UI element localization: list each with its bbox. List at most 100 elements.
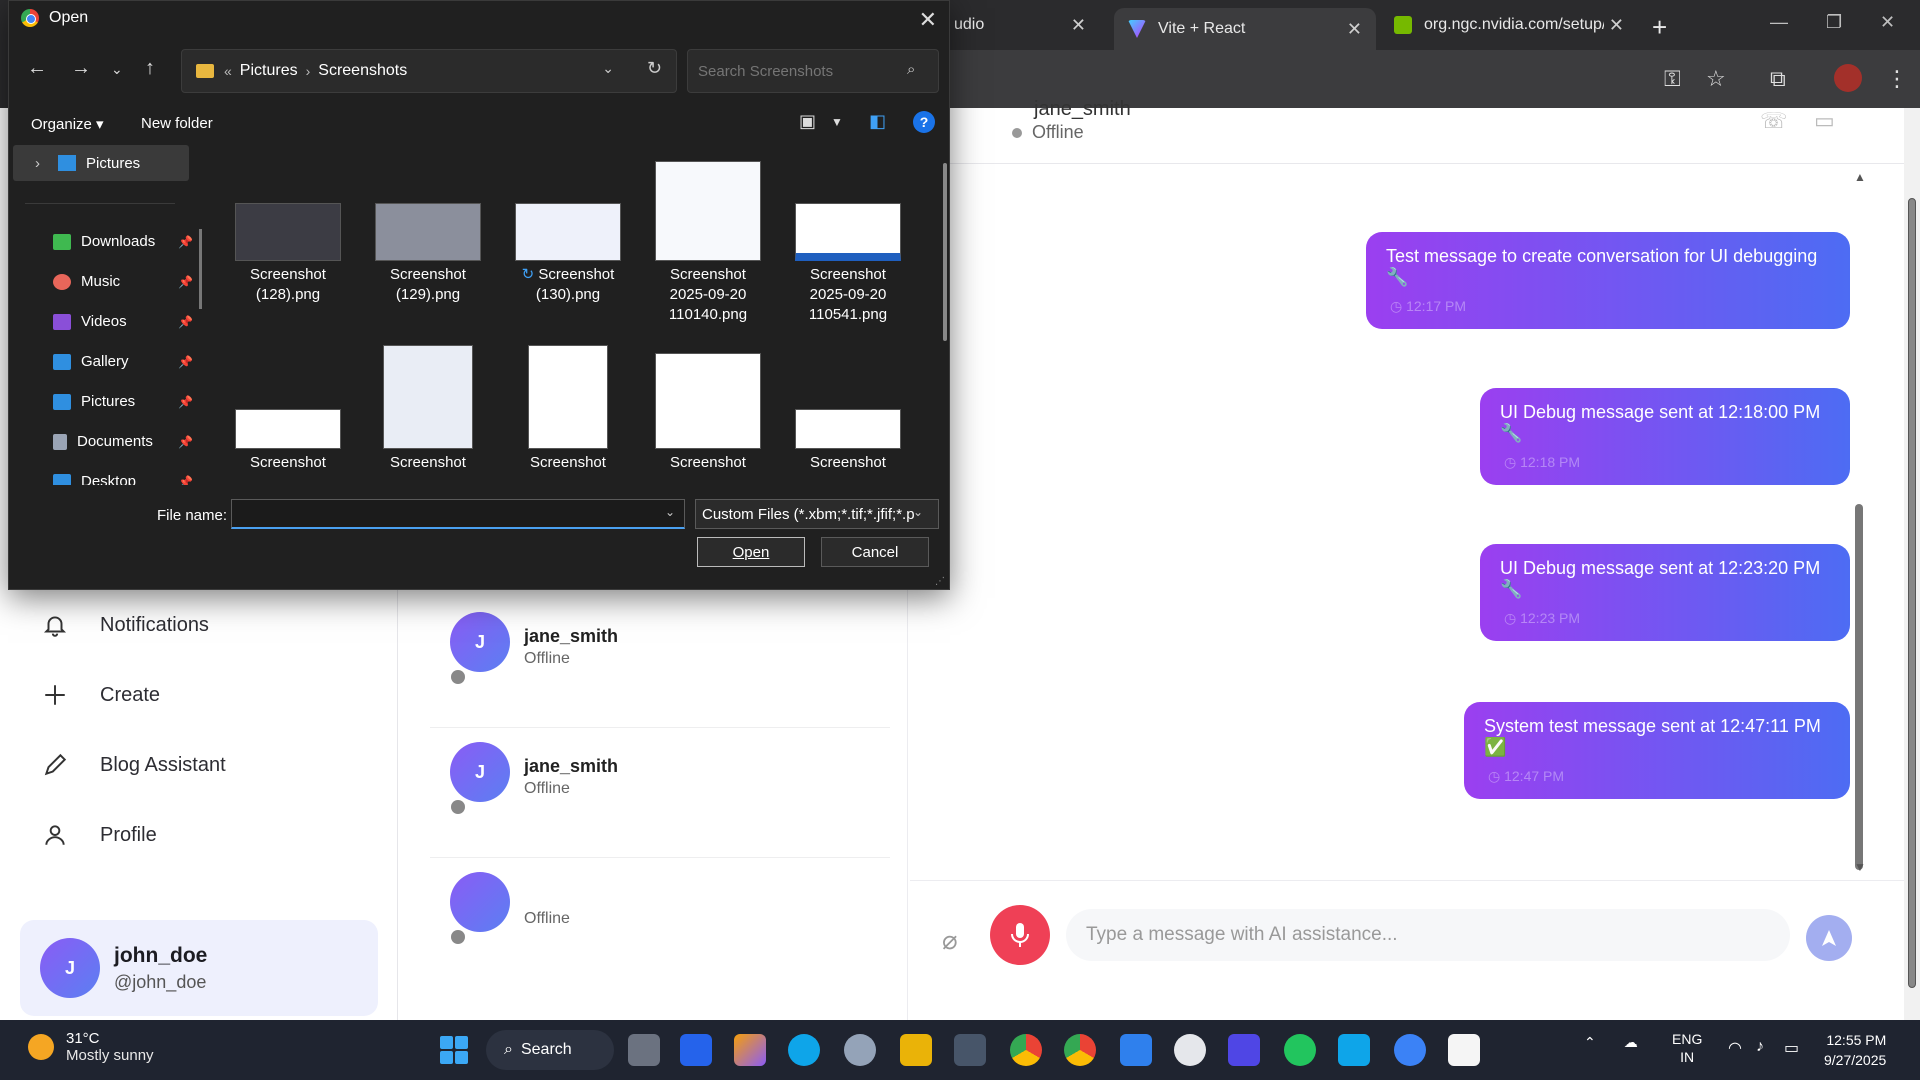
scroll-up-arrow-icon[interactable]: ▲ xyxy=(1854,170,1866,184)
clock[interactable]: 12:55 PM 9/27/2025 xyxy=(1824,1030,1886,1070)
paperclip-icon[interactable]: ⌀ xyxy=(942,925,958,956)
search-input[interactable] xyxy=(687,49,939,93)
more-menu-icon[interactable]: ⋮ xyxy=(1886,66,1908,92)
back-arrow-icon[interactable]: ← xyxy=(27,57,47,80)
breadcrumb[interactable]: « Pictures › Screenshots ⌄ ↻ xyxy=(181,49,677,93)
terminal-icon[interactable] xyxy=(954,1034,986,1066)
forward-arrow-icon[interactable]: → xyxy=(71,57,91,80)
sidebar-item-profile[interactable]: Profile xyxy=(40,820,157,850)
chevron-up-icon[interactable]: ⌃ xyxy=(1584,1034,1596,1051)
file-type-select[interactable]: Custom Files (*.xbm;*.tif;*.jfif;*.p xyxy=(695,499,939,529)
help-icon[interactable]: ? xyxy=(913,111,935,133)
organize-button[interactable]: Organize ▾ xyxy=(31,115,104,133)
settings-gear-icon[interactable] xyxy=(844,1034,876,1066)
nav-pane-item-pictures[interactable]: Pictures 📌 xyxy=(53,393,193,410)
scrollbar[interactable] xyxy=(943,163,947,341)
file-item[interactable]: Screenshot (129).png xyxy=(363,203,493,305)
sidebar-item-create[interactable]: Create xyxy=(40,680,160,710)
app-icon[interactable] xyxy=(1448,1034,1480,1066)
nav-pane-item-videos[interactable]: Videos 📌 xyxy=(53,313,193,330)
list-item[interactable]: J jane_smith Offline xyxy=(430,598,890,728)
wifi-icon[interactable]: ◠ xyxy=(1728,1038,1742,1058)
vscode-icon[interactable] xyxy=(1120,1034,1152,1066)
file-item[interactable]: ↻ Screenshot (130).png xyxy=(503,203,633,305)
list-item[interactable]: J jane_smith Offline xyxy=(430,728,890,858)
recent-locations-chevron-icon[interactable]: ⌄ xyxy=(111,61,123,78)
app-icon[interactable] xyxy=(1338,1034,1370,1066)
phone-icon[interactable]: ☏ xyxy=(1760,108,1788,134)
bookmark-star-icon[interactable]: ☆ xyxy=(1706,66,1726,92)
file-item[interactable]: Screenshot xyxy=(223,409,353,473)
breadcrumb-overflow[interactable]: « xyxy=(224,63,232,79)
chrome-icon[interactable] xyxy=(1064,1034,1096,1066)
chevron-down-icon[interactable]: ▼ xyxy=(831,115,843,129)
chatgpt-icon[interactable] xyxy=(1174,1034,1206,1066)
tab-nvidia[interactable]: org.ngc.nvidia.com/setup/ ✕ xyxy=(1380,8,1638,42)
extensions-icon[interactable]: ⧉ xyxy=(1770,66,1786,92)
app-icon[interactable] xyxy=(1394,1034,1426,1066)
task-view-icon[interactable] xyxy=(628,1034,660,1066)
tab-audio[interactable]: udio ✕ xyxy=(940,8,1100,42)
volume-icon[interactable]: ♪ xyxy=(1756,1038,1764,1056)
file-item[interactable]: Screenshot xyxy=(643,353,773,473)
close-icon[interactable]: ✕ xyxy=(1347,19,1362,40)
breadcrumb-item-pictures[interactable]: Pictures xyxy=(240,62,298,80)
sidebar-item-blog-assistant[interactable]: Blog Assistant xyxy=(40,750,226,780)
list-item[interactable]: Offline xyxy=(430,858,890,988)
scroll-down-arrow-icon[interactable]: ▼ xyxy=(1854,860,1866,874)
breadcrumb-item-screenshots[interactable]: Screenshots xyxy=(318,62,407,80)
file-explorer-icon[interactable] xyxy=(900,1034,932,1066)
onedrive-icon[interactable]: ☁ xyxy=(1624,1034,1638,1051)
file-item[interactable]: Screenshot (128).png xyxy=(223,203,353,305)
send-button[interactable] xyxy=(1806,915,1852,961)
up-arrow-icon[interactable]: ↑ xyxy=(145,57,155,80)
nav-pane-item-gallery[interactable]: Gallery 📌 xyxy=(53,353,193,370)
minimize-icon[interactable]: — xyxy=(1770,12,1788,33)
chrome-icon[interactable] xyxy=(1010,1034,1042,1066)
taskbar-search[interactable]: ⌕ Search xyxy=(486,1030,614,1070)
chevron-down-icon[interactable]: ⌄ xyxy=(665,505,675,519)
whatsapp-icon[interactable] xyxy=(1284,1034,1316,1066)
video-call-icon[interactable]: ▭ xyxy=(1814,108,1835,134)
preview-pane-icon[interactable]: ◧ xyxy=(869,111,886,132)
view-options-icon[interactable]: ▣ xyxy=(799,111,816,132)
cancel-button[interactable]: Cancel xyxy=(821,537,929,567)
nav-pane-item-downloads[interactable]: Downloads 📌 xyxy=(53,233,193,250)
tab-vite-react[interactable]: Vite + React ✕ xyxy=(1114,8,1376,50)
file-item[interactable]: Screenshot xyxy=(363,345,493,473)
file-item[interactable]: Screenshot xyxy=(503,345,633,473)
close-icon[interactable]: ✕ xyxy=(1609,15,1624,36)
sidebar-item-notifications[interactable]: Notifications xyxy=(40,610,209,640)
page-scrollbar[interactable] xyxy=(1904,108,1920,1020)
file-name-input[interactable] xyxy=(231,499,685,529)
new-tab-button[interactable]: + xyxy=(1652,12,1667,43)
scrollbar[interactable] xyxy=(1855,504,1863,870)
nav-pane-item-documents[interactable]: Documents 📌 xyxy=(53,433,193,450)
store-icon[interactable] xyxy=(680,1034,712,1066)
copilot-icon[interactable] xyxy=(734,1034,766,1066)
maximize-icon[interactable]: ❐ xyxy=(1826,12,1842,33)
open-button[interactable]: Open xyxy=(697,537,805,567)
mic-button[interactable] xyxy=(990,905,1050,965)
nav-pane-item-music[interactable]: Music 📌 xyxy=(53,273,193,290)
current-user-card[interactable]: J john_doe @john_doe xyxy=(20,920,378,1016)
battery-icon[interactable]: ▭ xyxy=(1784,1038,1799,1058)
start-button[interactable] xyxy=(440,1036,468,1064)
deepseek-icon[interactable] xyxy=(1228,1034,1260,1066)
chevron-down-icon[interactable]: ⌄ xyxy=(913,505,923,519)
refresh-icon[interactable]: ↻ xyxy=(647,58,662,79)
nav-pane-item-desktop[interactable]: Desktop 📌 xyxy=(53,473,193,485)
weather-widget[interactable]: 31°C Mostly sunny xyxy=(28,1030,154,1064)
password-key-icon[interactable]: ⚿ xyxy=(1664,66,1681,92)
close-icon[interactable]: ✕ xyxy=(919,7,937,33)
scrollbar[interactable] xyxy=(199,229,202,309)
scrollbar-thumb[interactable] xyxy=(1908,198,1916,988)
edge-icon[interactable] xyxy=(788,1034,820,1066)
file-item[interactable]: Screenshot 2025-09-20 110140.png xyxy=(643,161,773,325)
resize-grip-icon[interactable]: ⋰ xyxy=(935,576,945,587)
new-folder-button[interactable]: New folder xyxy=(141,115,213,132)
system-tray[interactable]: ⌃ ☁ xyxy=(1584,1034,1638,1051)
file-item[interactable]: Screenshot xyxy=(783,409,913,473)
close-icon[interactable]: ✕ xyxy=(1071,15,1086,36)
search-icon[interactable]: ⌕ xyxy=(907,61,915,78)
